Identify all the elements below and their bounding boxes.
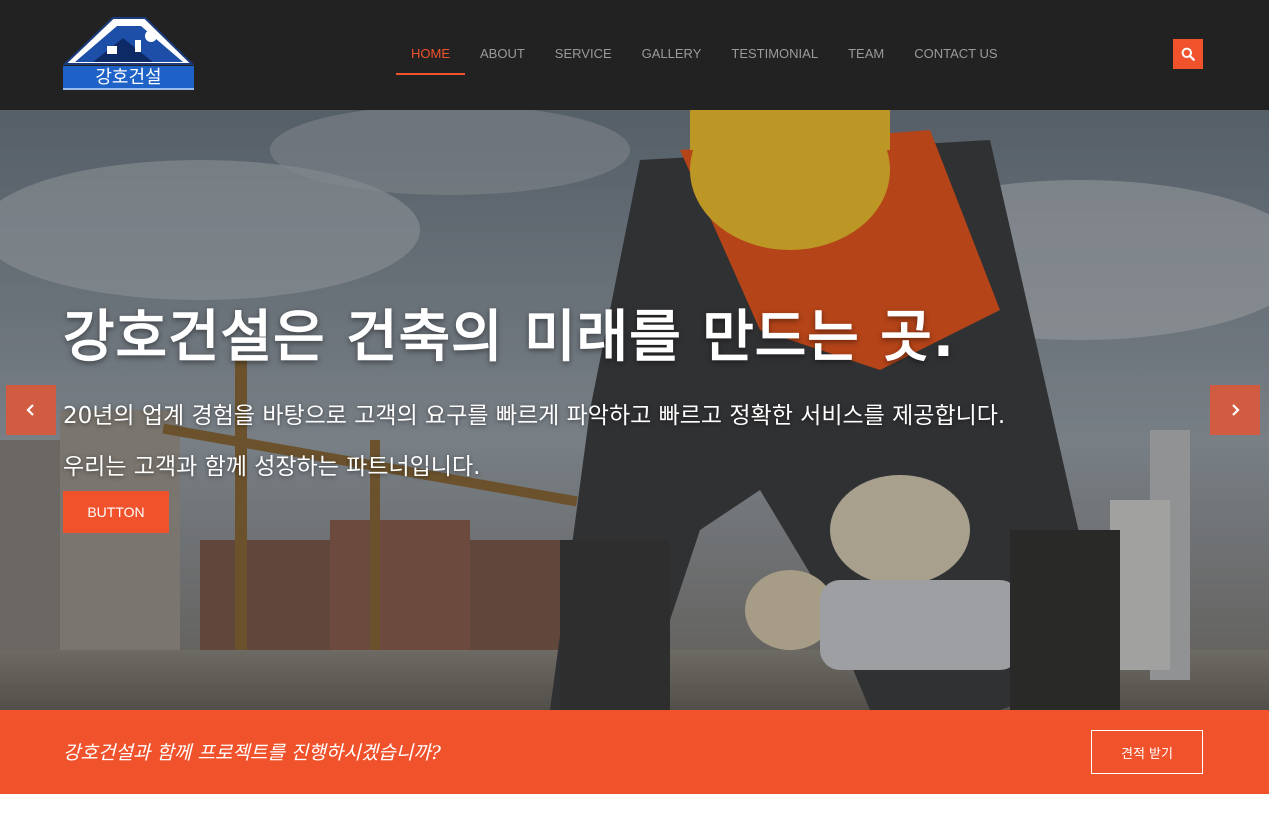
main-nav: HOME ABOUT SERVICE GALLERY TESTIMONIAL T…: [396, 36, 1013, 76]
cta-bar: 강호건설과 함께 프로젝트를 진행하시겠습니까? 견적 받기: [0, 710, 1269, 794]
chevron-left-icon: [26, 404, 34, 416]
nav-item-home[interactable]: HOME: [396, 36, 465, 75]
nav-item-team[interactable]: TEAM: [833, 36, 899, 75]
nav-item-service[interactable]: SERVICE: [540, 36, 627, 75]
logo-text: 강호건설: [95, 67, 161, 88]
brand-logo[interactable]: 강호건설: [62, 16, 195, 91]
hero-slider: 강호건설은 건축의 미래를 만드는 곳. 20년의 업계 경험을 바탕으로 고객…: [0, 110, 1269, 710]
search-icon: [1181, 47, 1195, 61]
nav-item-gallery[interactable]: GALLERY: [627, 36, 717, 75]
slider-next-button[interactable]: [1210, 385, 1260, 435]
hero-subtitle-line1: 20년의 업계 경험을 바탕으로 고객의 요구를 빠르게 파악하고 빠르고 정확…: [63, 403, 1006, 429]
nav-item-about[interactable]: ABOUT: [465, 36, 540, 75]
nav-item-testimonial[interactable]: TESTIMONIAL: [716, 36, 833, 75]
hero-subtitle-line2: 우리는 고객과 함께 성장하는 파트너입니다.: [63, 454, 481, 480]
cta-text: 강호건설과 함께 프로젝트를 진행하시겠습니까?: [63, 742, 441, 764]
hero-title: 강호건설은 건축의 미래를 만드는 곳.: [63, 305, 956, 370]
chevron-right-icon: [1232, 404, 1240, 416]
quote-button[interactable]: 견적 받기: [1091, 730, 1203, 774]
search-button[interactable]: [1173, 39, 1203, 69]
site-header: 강호건설 HOME ABOUT SERVICE GALLERY TESTIMON…: [0, 0, 1269, 110]
hero-button[interactable]: BUTTON: [63, 491, 169, 533]
slider-prev-button[interactable]: [6, 385, 56, 435]
nav-item-contact-us[interactable]: CONTACT US: [899, 36, 1012, 75]
